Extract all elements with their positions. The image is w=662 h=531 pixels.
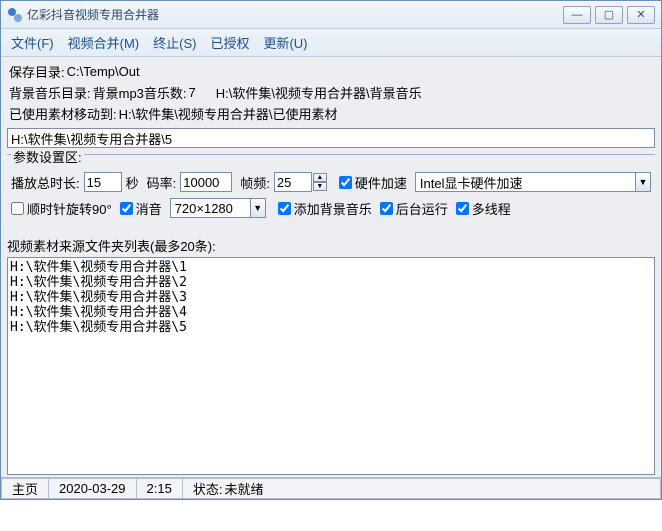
resolution-combo[interactable]: 720×1280 ▼: [170, 198, 266, 218]
list-item[interactable]: H:\软件集\视频专用合并器\2: [10, 275, 652, 290]
fps-input[interactable]: [274, 172, 312, 192]
hwaccel-checkbox[interactable]: [339, 176, 352, 189]
source-listbox[interactable]: H:\软件集\视频专用合并器\1H:\软件集\视频专用合并器\2H:\软件集\视…: [7, 257, 655, 475]
fps-spinner: ▲ ▼: [274, 172, 327, 192]
bgm-path-value: H:\软件集\视频专用合并器\背景音乐: [216, 83, 422, 102]
params-legend: 参数设置区:: [11, 150, 84, 165]
menu-update[interactable]: 更新(U): [263, 33, 307, 52]
params-row-1: 播放总时长: 秒 码率: 帧频: ▲ ▼ 硬件加速: [11, 172, 651, 192]
hwaccel-checkbox-wrap[interactable]: 硬件加速: [339, 173, 407, 192]
addbgm-checkbox-wrap[interactable]: 添加背景音乐: [278, 199, 372, 218]
source-path-input[interactable]: [7, 128, 655, 148]
multithread-checkbox-wrap[interactable]: 多线程: [456, 199, 511, 218]
status-date: 2020-03-29: [48, 478, 136, 499]
window-controls: — ▢ ✕: [563, 6, 655, 24]
bitrate-label: 码率:: [147, 173, 177, 192]
hwaccel-label: 硬件加速: [355, 173, 407, 192]
duration-unit: 秒: [126, 173, 139, 192]
menu-file[interactable]: 文件(F): [11, 33, 54, 52]
chevron-down-icon[interactable]: ▼: [635, 172, 651, 192]
status-state: 状态: 未就绪: [182, 478, 661, 499]
background-checkbox[interactable]: [380, 202, 393, 215]
mute-checkbox-wrap[interactable]: 消音: [120, 199, 162, 218]
bitrate-input[interactable]: [180, 172, 232, 192]
used-label: 已使用素材移动到:: [9, 104, 117, 123]
menu-licensed[interactable]: 已授权: [210, 33, 249, 52]
status-home[interactable]: 主页: [1, 478, 48, 499]
fps-label: 帧频:: [240, 173, 270, 192]
list-item[interactable]: H:\软件集\视频专用合并器\3: [10, 290, 652, 305]
client-area: 保存目录: C:\Temp\Out 背景音乐目录: 背景mp3音乐数: 7 H:…: [1, 57, 661, 477]
hwaccel-combo-text: Intel显卡硬件加速: [415, 172, 635, 192]
app-window: 亿彩抖音视频专用合并器 — ▢ ✕ 文件(F) 视频合并(M) 终止(S) 已授…: [0, 0, 662, 500]
hwaccel-combo[interactable]: Intel显卡硬件加速 ▼: [415, 172, 651, 192]
bgm-count-value: 7: [189, 85, 196, 100]
menubar: 文件(F) 视频合并(M) 终止(S) 已授权 更新(U): [1, 29, 661, 57]
addbgm-label: 添加背景音乐: [294, 199, 372, 218]
list-item[interactable]: H:\软件集\视频专用合并器\5: [10, 320, 652, 335]
titlebar: 亿彩抖音视频专用合并器 — ▢ ✕: [1, 1, 661, 29]
chevron-down-icon[interactable]: ▼: [250, 198, 266, 218]
multithread-label: 多线程: [472, 199, 511, 218]
addbgm-checkbox[interactable]: [278, 202, 291, 215]
used-path-value: H:\软件集\视频专用合并器\已使用素材: [119, 104, 338, 123]
list-item[interactable]: H:\软件集\视频专用合并器\1: [10, 260, 652, 275]
bgm-count-label: 背景mp3音乐数:: [93, 83, 187, 102]
menu-merge[interactable]: 视频合并(M): [68, 33, 140, 52]
minimize-button[interactable]: —: [563, 6, 591, 24]
rotate-checkbox[interactable]: [11, 202, 24, 215]
background-label: 后台运行: [396, 199, 448, 218]
save-dir-label: 保存目录:: [9, 62, 65, 81]
background-checkbox-wrap[interactable]: 后台运行: [380, 199, 448, 218]
used-row: 已使用素材移动到: H:\软件集\视频专用合并器\已使用素材: [7, 103, 655, 124]
bgm-dir-row: 背景音乐目录: 背景mp3音乐数: 7 H:\软件集\视频专用合并器\背景音乐: [7, 82, 655, 103]
menu-stop[interactable]: 终止(S): [153, 33, 196, 52]
resolution-combo-text: 720×1280: [170, 198, 250, 218]
fps-up-button[interactable]: ▲: [313, 173, 327, 182]
save-dir-row: 保存目录: C:\Temp\Out: [7, 61, 655, 82]
maximize-button[interactable]: ▢: [595, 6, 623, 24]
save-dir-value: C:\Temp\Out: [67, 64, 140, 79]
mute-checkbox[interactable]: [120, 202, 133, 215]
status-time: 2:15: [136, 478, 182, 499]
duration-label: 播放总时长:: [11, 173, 80, 192]
fps-down-button[interactable]: ▼: [313, 182, 327, 191]
close-button[interactable]: ✕: [627, 6, 655, 24]
mute-label: 消音: [136, 199, 162, 218]
rotate-label: 顺时针旋转90°: [27, 199, 112, 218]
path-input-row: [7, 128, 655, 148]
bgm-dir-label: 背景音乐目录:: [9, 83, 91, 102]
multithread-checkbox[interactable]: [456, 202, 469, 215]
rotate-checkbox-wrap[interactable]: 顺时针旋转90°: [11, 199, 112, 218]
status-state-value: 未就绪: [224, 479, 263, 498]
status-state-label: 状态:: [193, 479, 223, 498]
source-list-label: 视频素材来源文件夹列表(最多20条):: [7, 236, 655, 255]
params-row-2: 顺时针旋转90° 消音 720×1280 ▼ 添加背景音乐 后台运行: [11, 198, 651, 218]
duration-input[interactable]: [84, 172, 122, 192]
app-icon: [7, 7, 23, 23]
params-fieldset: 参数设置区: 播放总时长: 秒 码率: 帧频: ▲ ▼ 硬件加速: [7, 154, 655, 232]
statusbar: 主页 2020-03-29 2:15 状态: 未就绪: [1, 477, 661, 499]
window-title: 亿彩抖音视频专用合并器: [27, 6, 563, 23]
list-item[interactable]: H:\软件集\视频专用合并器\4: [10, 305, 652, 320]
